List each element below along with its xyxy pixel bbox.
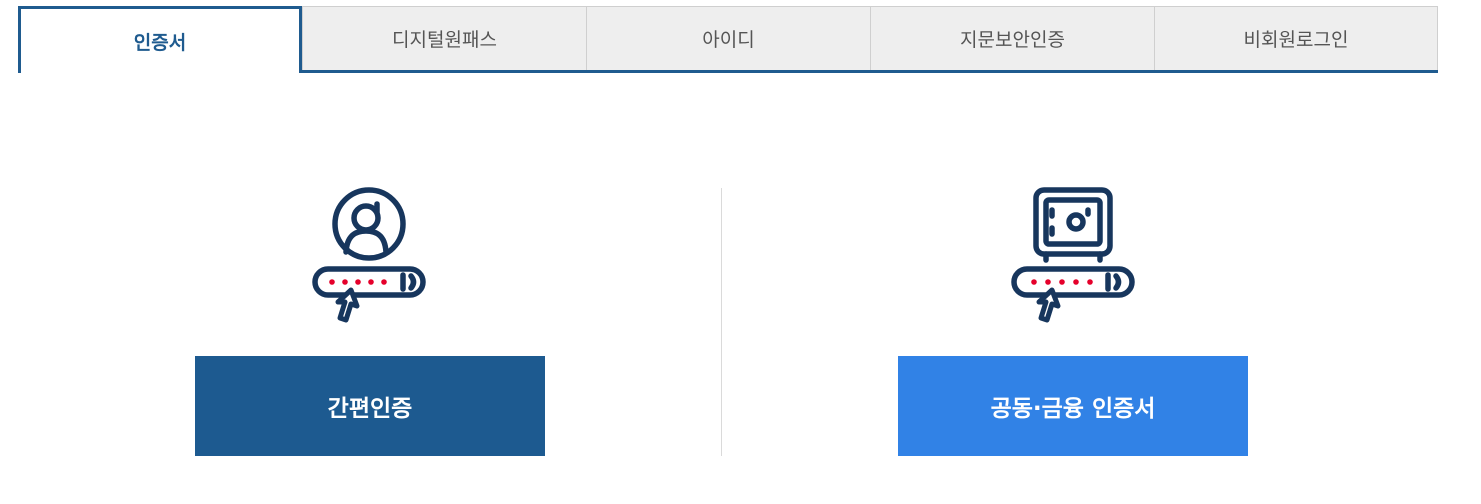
center-divider xyxy=(721,188,722,456)
password-dots xyxy=(1031,279,1093,285)
tab-id[interactable]: 아이디 xyxy=(586,6,871,70)
tab-label: 비회원로그인 xyxy=(1243,29,1349,51)
certificate-label: 공동·금융 인증서 xyxy=(990,396,1156,422)
tab-label: 디지털원패스 xyxy=(392,29,497,51)
tab-label: 아이디 xyxy=(702,29,755,51)
tab-fingerprint[interactable]: 지문보안인증 xyxy=(870,6,1155,70)
simple-auth-label: 간편인증 xyxy=(327,396,413,422)
tab-certificate[interactable]: 인증서 xyxy=(18,6,302,73)
tab-guest-login[interactable]: 비회원로그인 xyxy=(1154,6,1438,70)
certificate-button[interactable]: 공동·금융 인증서 xyxy=(898,356,1248,456)
login-method-tabs: 인증서 디지털원패스 아이디 지문보안인증 비회원로그인 xyxy=(18,6,1438,73)
password-dots xyxy=(329,279,387,285)
tab-label: 인증서 xyxy=(133,31,187,54)
user-password-icon xyxy=(312,187,426,323)
tab-digital-onepass[interactable]: 디지털원패스 xyxy=(302,6,587,70)
tab-label: 지문보안인증 xyxy=(960,29,1065,51)
safe-password-icon xyxy=(1011,187,1135,323)
simple-auth-button[interactable]: 간편인증 xyxy=(195,356,545,456)
